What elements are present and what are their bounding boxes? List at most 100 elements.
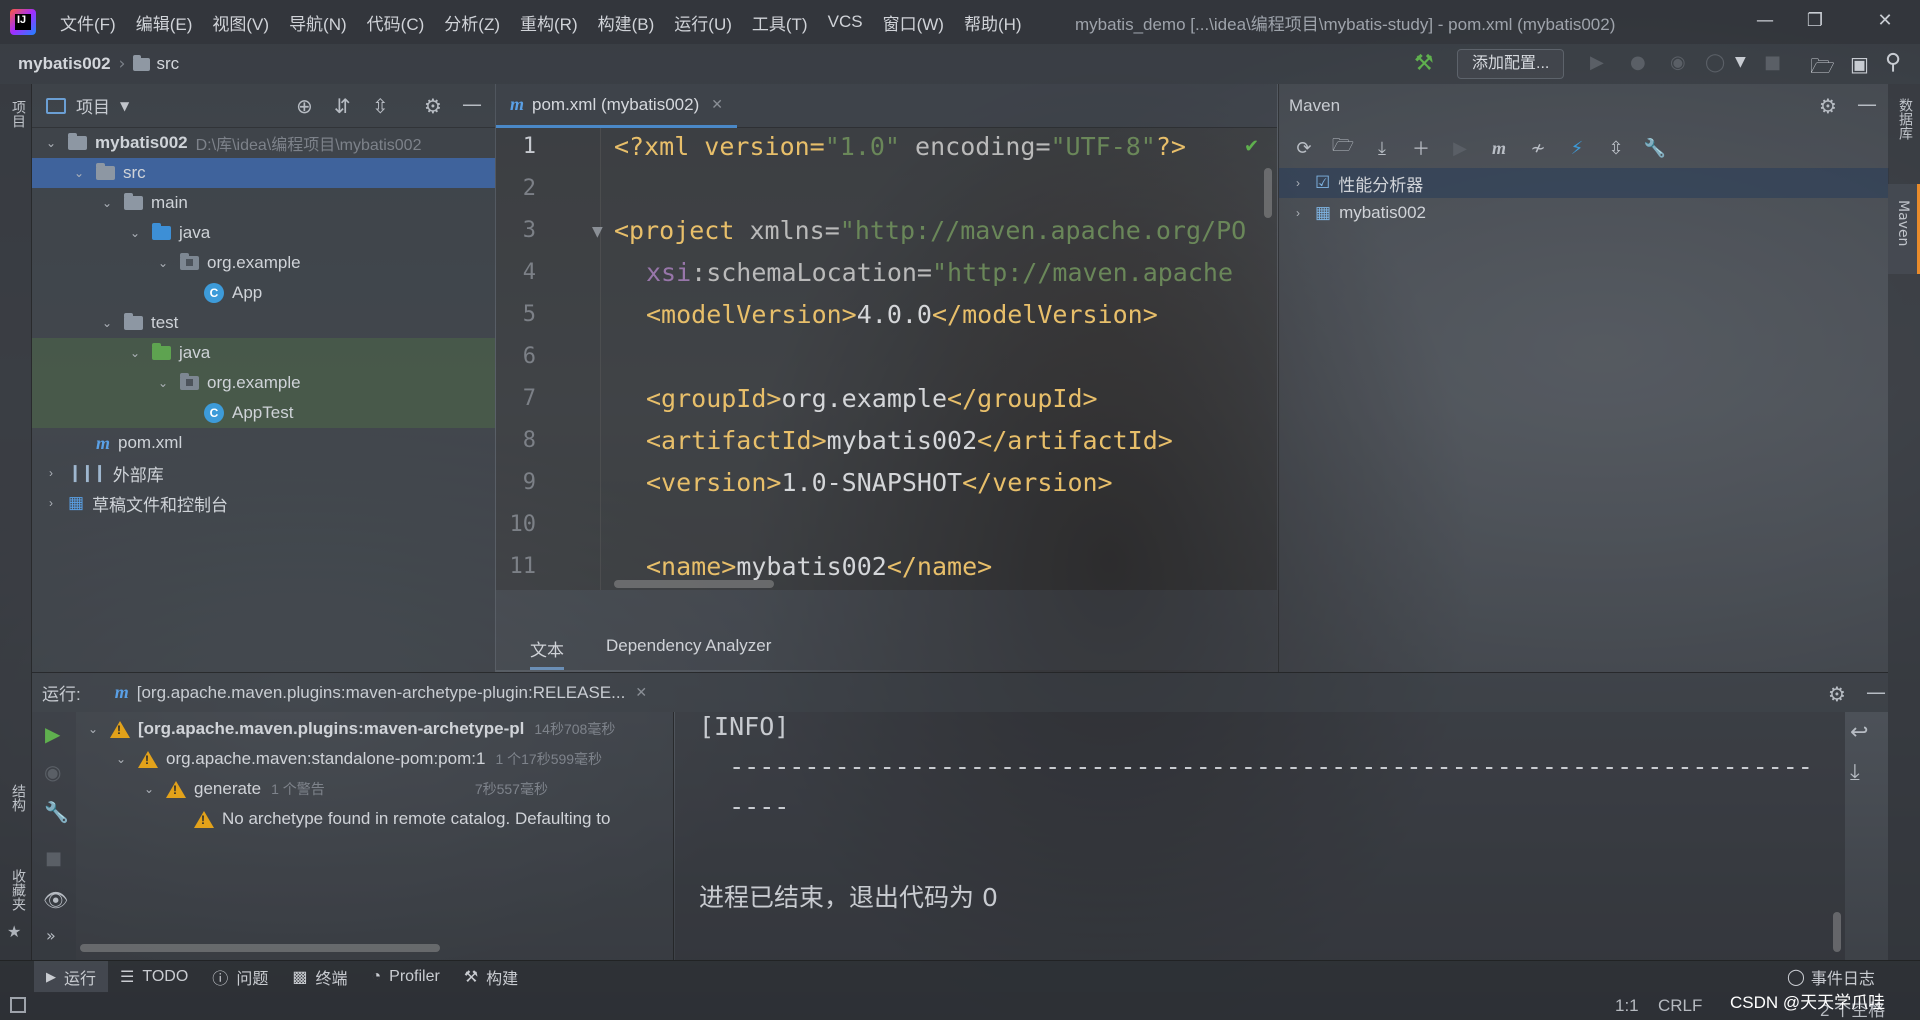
run-console[interactable]: [INFO] ---------------------------------… xyxy=(675,712,1868,960)
chevron-down-icon[interactable]: ⌄ xyxy=(72,166,86,180)
tree-item-main-package[interactable]: ⌄ org.example xyxy=(32,248,495,278)
close-tab-icon[interactable]: ✕ xyxy=(635,685,647,701)
maven-tool-tab[interactable]: Maven xyxy=(1888,184,1920,274)
toggle-tool-windows-icon[interactable] xyxy=(10,997,26,1013)
maven-goal-icon[interactable]: m xyxy=(1484,133,1514,163)
debug-icon[interactable]: ● xyxy=(1630,52,1646,73)
menu-code[interactable]: 代码(C) xyxy=(357,10,435,35)
expand-all-icon[interactable]: ⇵ xyxy=(334,94,351,118)
caret-position[interactable]: 1:1 xyxy=(1615,996,1639,1016)
menu-run[interactable]: 运行(U) xyxy=(664,10,742,35)
dropdown-chevron-icon[interactable]: ▼ xyxy=(1735,54,1746,70)
generate-sources-icon[interactable]: 🗁 xyxy=(1328,133,1358,163)
editor-tab-pom[interactable]: m pom.xml (mybatis002) ✕ xyxy=(496,84,737,128)
coverage-icon[interactable]: ◉ xyxy=(1670,52,1686,73)
horizontal-scrollbar[interactable] xyxy=(80,944,440,952)
chevron-right-icon[interactable]: › xyxy=(1291,206,1305,220)
locate-target-icon[interactable]: ⊕ xyxy=(296,94,313,118)
add-icon[interactable]: ＋ xyxy=(1406,133,1436,163)
chevron-down-icon[interactable]: ⌄ xyxy=(44,136,58,150)
run-tree-generate[interactable]: ⌄ generate 1 个警告 7秒557毫秒 xyxy=(142,774,548,804)
tree-item-apptest[interactable]: C AppTest xyxy=(32,398,495,428)
run-tab-label[interactable]: [org.apache.maven.plugins:maven-archetyp… xyxy=(137,683,626,703)
menu-tools[interactable]: 工具(T) xyxy=(742,10,818,35)
gear-icon[interactable]: ⚙ xyxy=(1828,682,1846,706)
tree-item-test-java[interactable]: ⌄ java xyxy=(32,338,495,368)
tool-tab-profiler[interactable]: ◔ Profiler xyxy=(359,961,451,993)
wrench-icon[interactable]: 🔧 xyxy=(44,800,69,824)
menu-vcs[interactable]: VCS xyxy=(818,12,873,32)
breadcrumb-folder[interactable]: src xyxy=(156,54,179,74)
run-tree-root[interactable]: ⌄ [org.apache.maven.plugins:maven-archet… xyxy=(86,714,615,744)
inspection-ok-icon[interactable]: ✔ xyxy=(1244,136,1259,157)
tree-item-scratches[interactable]: › ▦ 草稿文件和控制台 xyxy=(32,488,495,518)
horizontal-scrollbar[interactable] xyxy=(614,580,774,588)
stop-icon[interactable]: ■ xyxy=(45,848,62,869)
menu-navigate[interactable]: 导航(N) xyxy=(279,10,357,35)
menu-view[interactable]: 视图(V) xyxy=(202,10,279,35)
menu-file[interactable]: 文件(F) xyxy=(50,10,126,35)
collapse-all-icon[interactable]: ⇳ xyxy=(372,94,389,118)
window-layout-icon[interactable]: ▣ xyxy=(1850,52,1869,76)
hide-panel-icon[interactable]: — xyxy=(462,92,482,116)
code-editor[interactable]: 1 2 3 4 5 6 7 8 9 10 11 ▼ <?xml version=… xyxy=(496,128,1277,590)
maven-item-project[interactable]: › ▦ mybatis002 xyxy=(1279,198,1889,228)
line-separator[interactable]: CRLF xyxy=(1658,996,1702,1016)
hide-panel-icon[interactable]: — xyxy=(1857,92,1877,116)
restore-button[interactable]: ❐ xyxy=(1795,6,1835,36)
run-tree-warning-message[interactable]: No archetype found in remote catalog. De… xyxy=(194,804,610,834)
profile-icon[interactable]: ◯ xyxy=(1705,52,1725,73)
hide-panel-icon[interactable]: — xyxy=(1866,680,1886,704)
close-button[interactable]: ✕ xyxy=(1865,6,1905,36)
minimize-button[interactable]: — xyxy=(1745,6,1785,36)
tool-tab-run[interactable]: ▶ 运行 xyxy=(34,960,109,993)
run-icon[interactable]: ▶ xyxy=(1445,133,1475,163)
rerun-icon[interactable]: ▶ xyxy=(45,722,60,746)
menu-build[interactable]: 构建(B) xyxy=(588,10,665,35)
rerun-failed-icon[interactable]: ◉ xyxy=(44,760,61,784)
chevron-down-icon[interactable]: ⌄ xyxy=(86,722,100,736)
tab-dependency-analyzer[interactable]: Dependency Analyzer xyxy=(606,636,771,656)
tree-item-src[interactable]: ⌄ src xyxy=(32,158,495,188)
run-icon[interactable]: ▶ xyxy=(1590,52,1604,73)
chevron-right-icon[interactable]: › xyxy=(44,496,58,510)
gear-icon[interactable]: ⚙ xyxy=(424,94,442,118)
vertical-scrollbar[interactable] xyxy=(1264,168,1272,218)
skip-tests-icon[interactable]: ⚡ xyxy=(1562,133,1592,163)
scroll-to-end-icon[interactable]: ⤓ xyxy=(1850,760,1860,785)
menu-refactor[interactable]: 重构(R) xyxy=(510,10,588,35)
chevron-right-icon[interactable]: › xyxy=(1291,176,1305,190)
wrench-icon[interactable]: 🔧 xyxy=(1640,133,1670,163)
menu-analyze[interactable]: 分析(Z) xyxy=(434,10,510,35)
chevron-down-icon[interactable]: ⌄ xyxy=(100,196,114,210)
chevron-down-icon[interactable]: ⌄ xyxy=(100,316,114,330)
add-configuration-button[interactable]: 添加配置... xyxy=(1457,49,1565,79)
soft-wrap-icon[interactable]: ↩ xyxy=(1850,720,1868,745)
tree-item-test-package[interactable]: ⌄ org.example xyxy=(32,368,495,398)
run-tree-pom[interactable]: ⌄ org.apache.maven:standalone-pom:pom:1 … xyxy=(114,744,602,774)
tree-item-module[interactable]: ⌄ mybatis002 D:\库\idea\编程项目\mybatis002 xyxy=(32,128,495,158)
tree-item-external-libs[interactable]: › ❙❙❙ 外部库 xyxy=(32,458,495,488)
project-structure-icon[interactable]: 🗁 xyxy=(1810,52,1835,86)
intellij-logo-icon[interactable]: IJ xyxy=(10,9,36,35)
star-icon[interactable]: ★ xyxy=(7,922,21,941)
stop-icon[interactable]: ■ xyxy=(1764,52,1781,73)
database-tool-tab[interactable]: 数据库 xyxy=(1895,98,1920,145)
breadcrumb-project[interactable]: mybatis002 xyxy=(18,54,111,74)
chevron-down-icon[interactable]: ⌄ xyxy=(142,782,156,796)
more-actions-icon[interactable]: » xyxy=(46,926,56,945)
tree-item-pom[interactable]: m pom.xml xyxy=(32,428,495,458)
tool-tab-todo[interactable]: ☰ TODO xyxy=(108,961,200,993)
eye-icon[interactable]: 👁 xyxy=(43,888,68,912)
project-panel-title[interactable]: 项目 xyxy=(76,93,110,118)
tab-text[interactable]: 文本 xyxy=(530,636,564,670)
menu-window[interactable]: 窗口(W) xyxy=(873,10,954,35)
tool-tab-problems[interactable]: ⓘ 问题 xyxy=(200,961,280,993)
menu-help[interactable]: 帮助(H) xyxy=(954,10,1032,35)
chevron-down-icon[interactable]: ⌄ xyxy=(128,226,142,240)
toggle-offline-icon[interactable]: ≁ xyxy=(1523,133,1553,163)
gear-icon[interactable]: ⚙ xyxy=(1819,94,1837,118)
chevron-down-icon[interactable]: ⌄ xyxy=(156,256,170,270)
tree-item-app[interactable]: C App xyxy=(32,278,495,308)
tree-item-main[interactable]: ⌄ main xyxy=(32,188,495,218)
